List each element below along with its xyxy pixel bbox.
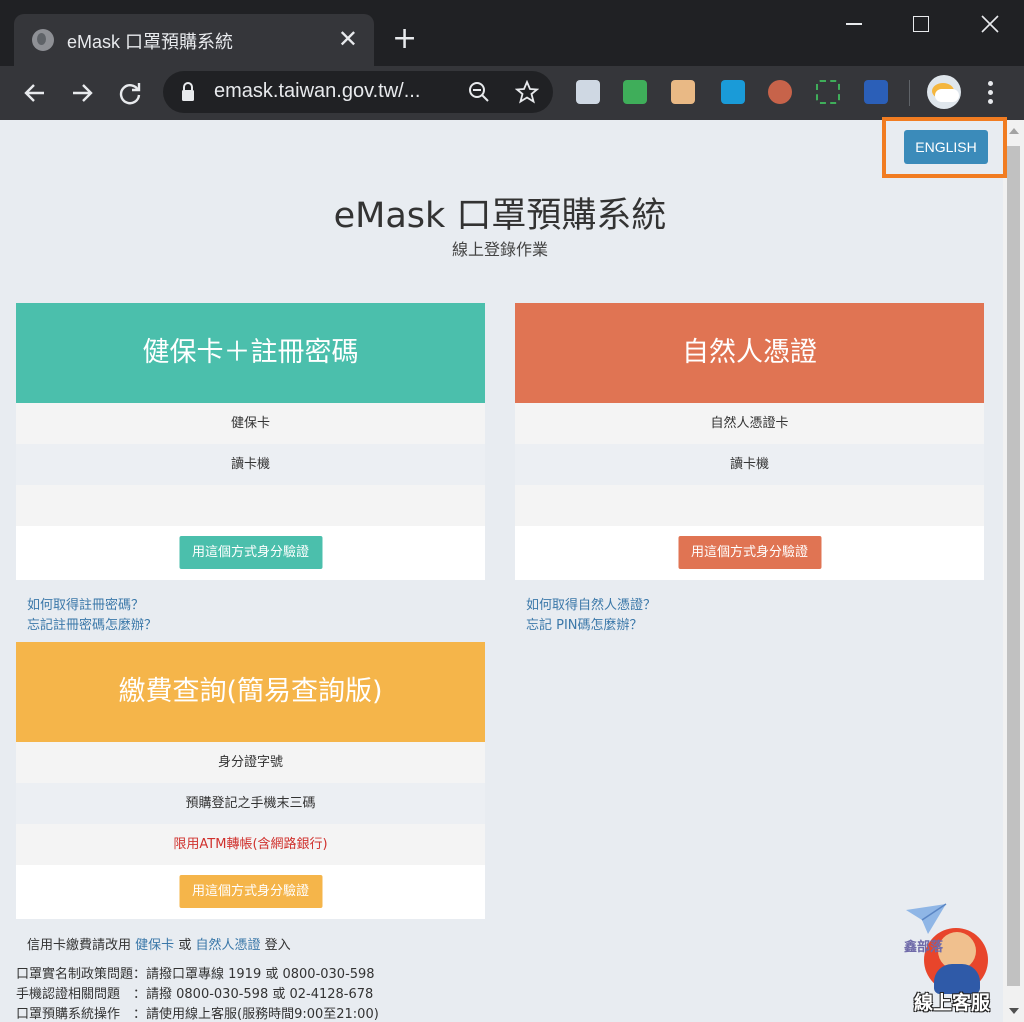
tab-strip: eMask 口罩預購系統 ✕ + xyxy=(0,0,1024,66)
online-support-widget[interactable]: 鑫部落 線上客服 xyxy=(904,902,1004,1015)
page-subtitle: 線上登錄作業 xyxy=(451,240,548,259)
cert-forgot-pin-link[interactable]: 忘記 PIN碼怎麼辦？ xyxy=(526,614,643,633)
payment-atm-notice: 限用ATM轉帳(含網路銀行) xyxy=(16,824,485,865)
payment-card-footer: 用這個方式身分驗證 xyxy=(16,865,485,919)
support-label[interactable]: 線上客服 xyxy=(914,988,990,1015)
cert-card-header: 自然人憑證 xyxy=(515,303,984,403)
nhi-forgot-password-link[interactable]: 忘記註冊密碼怎麼辦？ xyxy=(27,614,157,633)
bookmark-star-icon[interactable] xyxy=(515,80,539,104)
browser-toolbar: emask.taiwan.gov.tw/... xyxy=(0,66,1024,120)
extension-search-icon[interactable] xyxy=(864,80,888,104)
close-icon xyxy=(981,15,999,33)
credit-card-note: 信用卡繳費請改用 健保卡 或 自然人憑證 登入 xyxy=(27,938,291,953)
payment-card-row: 身分證字號 xyxy=(16,742,485,783)
extension-docs-icon[interactable] xyxy=(576,80,600,104)
nhi-verify-button[interactable]: 用這個方式身分驗證 xyxy=(178,536,323,569)
cert-get-link[interactable]: 如何取得自然人憑證？ xyxy=(526,594,656,613)
url-text[interactable]: emask.taiwan.gov.tw/... xyxy=(214,80,420,103)
english-language-button[interactable]: ENGLISH xyxy=(904,130,988,164)
nhi-get-password-link[interactable]: 如何取得註冊密碼？ xyxy=(27,594,144,613)
extension-share-icon[interactable] xyxy=(721,80,745,104)
cert-login-link[interactable]: 自然人憑證 xyxy=(195,938,260,953)
cert-card-row: 自然人憑證卡 xyxy=(515,403,984,444)
address-bar[interactable]: emask.taiwan.gov.tw/... xyxy=(163,71,553,113)
payment-card: 繳費查詢(簡易查詢版) 身分證字號 預購登記之手機末三碼 限用ATM轉帳(含網路… xyxy=(16,642,485,919)
contact-line: 口罩實名制政策問題：請撥口罩專線 1919 或 0800-030-598 xyxy=(16,967,375,982)
contact-line: 口罩預購系統操作 ：請使用線上客服(服務時間9:00至21:00) xyxy=(16,1007,379,1022)
extension-capture-icon[interactable] xyxy=(816,80,840,104)
kebab-menu-icon[interactable] xyxy=(988,81,993,108)
nhi-login-link[interactable]: 健保卡 xyxy=(135,938,174,953)
extension-face-icon[interactable] xyxy=(768,80,792,104)
scroll-thumb[interactable] xyxy=(1007,146,1020,986)
extension-mail-icon[interactable] xyxy=(623,80,647,104)
new-tab-button[interactable]: + xyxy=(392,22,417,56)
maximize-button[interactable] xyxy=(900,8,940,40)
forward-arrow-icon[interactable] xyxy=(67,78,97,108)
cert-verify-button[interactable]: 用這個方式身分驗證 xyxy=(677,536,822,569)
vertical-scrollbar[interactable] xyxy=(1003,120,1024,1022)
nhi-card-row xyxy=(16,485,485,526)
payment-verify-button[interactable]: 用這個方式身分驗證 xyxy=(178,875,323,908)
contact-line: 手機認證相關問題 ：請撥 0800-030-598 或 02-4128-678 xyxy=(16,987,374,1002)
nhi-card-row: 讀卡機 xyxy=(16,444,485,485)
toolbar-separator xyxy=(909,80,910,106)
back-arrow-icon[interactable] xyxy=(20,78,50,108)
profile-avatar[interactable] xyxy=(927,75,961,109)
zoom-out-icon[interactable] xyxy=(468,81,490,103)
cert-card: 自然人憑證 自然人憑證卡 讀卡機 用這個方式身分驗證 xyxy=(515,303,984,580)
nhi-card: 健保卡＋註冊密碼 健保卡 讀卡機 用這個方式身分驗證 xyxy=(16,303,485,580)
nhi-card-row: 健保卡 xyxy=(16,403,485,444)
tab-title: eMask 口罩預購系統 xyxy=(67,32,234,52)
close-tab-icon[interactable]: ✕ xyxy=(338,24,358,54)
extension-box-icon[interactable] xyxy=(671,80,695,104)
cert-card-footer: 用這個方式身分驗證 xyxy=(515,526,984,580)
cert-card-row: 讀卡機 xyxy=(515,444,984,485)
browser-tab[interactable]: eMask 口罩預購系統 ✕ xyxy=(14,14,374,66)
lock-icon[interactable] xyxy=(181,82,195,102)
minimize-button[interactable] xyxy=(834,8,874,40)
page-title: eMask 口罩預購系統 xyxy=(333,196,667,236)
scroll-up-arrow-icon[interactable] xyxy=(1009,128,1019,134)
nhi-card-footer: 用這個方式身分驗證 xyxy=(16,526,485,580)
nhi-card-header: 健保卡＋註冊密碼 xyxy=(16,303,485,403)
close-window-button[interactable] xyxy=(970,8,1010,40)
support-brand: 鑫部落 xyxy=(904,940,944,955)
globe-icon xyxy=(32,29,54,51)
payment-card-row: 預購登記之手機末三碼 xyxy=(16,783,485,824)
payment-card-header: 繳費查詢(簡易查詢版) xyxy=(16,642,485,742)
reload-icon[interactable] xyxy=(115,78,145,108)
scroll-down-arrow-icon[interactable] xyxy=(1009,1008,1019,1014)
cert-card-row xyxy=(515,485,984,526)
